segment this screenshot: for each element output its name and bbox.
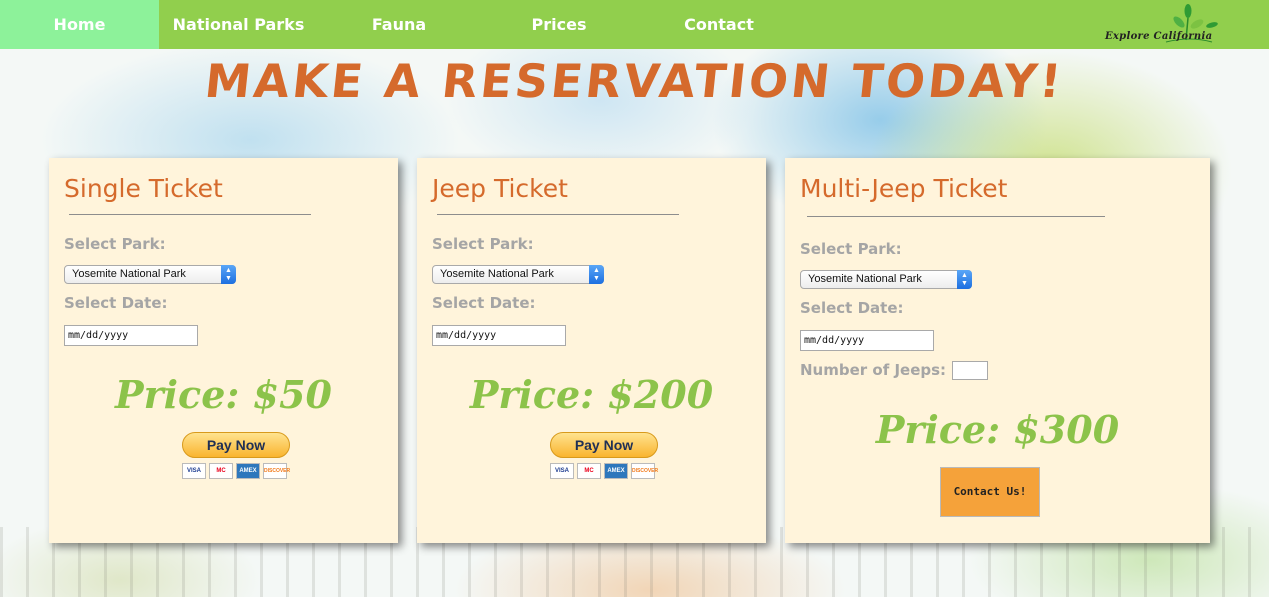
park-select-value: Yosemite National Park [440,268,554,280]
park-select-value: Yosemite National Park [72,268,186,280]
number-of-jeeps-label: Number of Jeeps: [800,361,947,379]
park-select[interactable]: Yosemite National Park ▲ ▼ [800,270,972,289]
price-text: Price: $200 [469,372,714,417]
park-select[interactable]: Yosemite National Park ▲ ▼ [432,265,604,284]
select-park-label: Select Park: [64,235,166,253]
select-park-label: Select Park: [432,235,534,253]
single-ticket-card: Single Ticket Select Park: Yosemite Nati… [49,158,398,543]
nav-national-parks[interactable]: National Parks [166,0,311,49]
park-select-value: Yosemite National Park [808,273,922,285]
card-title: Single Ticket [64,174,223,203]
nav-contact[interactable]: Contact [668,0,770,49]
discover-icon: DISCOVER [631,463,658,479]
date-input[interactable]: mm/dd/yyyy [432,325,566,346]
number-of-jeeps-input[interactable] [952,361,988,380]
nav-prices[interactable]: Prices [510,0,608,49]
mastercard-icon: MC [209,463,233,479]
select-date-label: Select Date: [432,294,536,312]
date-input[interactable]: mm/dd/yyyy [800,330,934,351]
payment-methods: VISA MC AMEX DISCOVER [550,463,658,479]
multi-jeep-ticket-card: Multi-Jeep Ticket Select Park: Yosemite … [785,158,1210,543]
payment-methods: VISA MC AMEX DISCOVER [182,463,290,479]
nav-fauna[interactable]: Fauna [352,0,446,49]
select-arrows-icon: ▲ ▼ [221,265,236,284]
select-date-label: Select Date: [64,294,168,312]
select-date-label: Select Date: [800,299,904,317]
amex-icon: AMEX [604,463,628,479]
discover-icon: DISCOVER [263,463,290,479]
visa-icon: VISA [182,463,206,479]
explore-california-logo[interactable]: Explore California [1100,2,1225,46]
park-select[interactable]: Yosemite National Park ▲ ▼ [64,265,236,284]
nav-home[interactable]: Home [0,0,159,49]
select-park-label: Select Park: [800,240,902,258]
visa-icon: VISA [550,463,574,479]
title-divider [69,214,311,215]
date-input[interactable]: mm/dd/yyyy [64,325,198,346]
pay-now-button[interactable]: Pay Now [550,432,658,458]
price-text: Price: $50 [115,372,332,417]
title-divider [807,216,1105,217]
select-arrows-icon: ▲ ▼ [957,270,972,289]
jeep-ticket-card: Jeep Ticket Select Park: Yosemite Nation… [417,158,766,543]
pay-now-button[interactable]: Pay Now [182,432,290,458]
page-headline: MAKE A RESERVATION TODAY! [202,54,1067,108]
top-nav: Home National Parks Fauna Prices Contact… [0,0,1269,49]
logo-text: Explore California [1105,31,1213,42]
amex-icon: AMEX [236,463,260,479]
mastercard-icon: MC [577,463,601,479]
card-title: Jeep Ticket [432,174,568,203]
contact-us-button[interactable]: Contact Us! [940,467,1040,517]
price-text: Price: $300 [875,407,1120,452]
title-divider [437,214,679,215]
select-arrows-icon: ▲ ▼ [589,265,604,284]
card-title: Multi-Jeep Ticket [800,174,1008,203]
